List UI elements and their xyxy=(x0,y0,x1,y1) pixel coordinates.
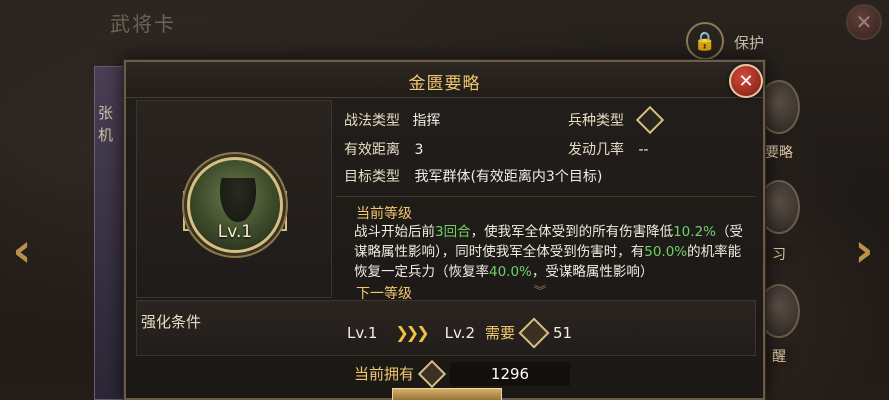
next-arrow-icon[interactable]: › xyxy=(848,225,880,275)
need-count: 51 xyxy=(553,324,573,342)
desc-part-1: 战斗开始后前 xyxy=(354,224,435,240)
dialog-title: 金匮要略 xyxy=(408,74,481,94)
upgrade-label: 强化条件 xyxy=(141,313,202,331)
desc-part-2: ，使我军全体受到的所有伤害降低 xyxy=(470,224,674,240)
scroll-down-icon[interactable]: ︾ xyxy=(534,282,546,299)
troop-type-row: 兵种类型 xyxy=(568,110,624,132)
close-icon: ✕ xyxy=(738,70,754,92)
owned-label: 当前拥有 xyxy=(354,365,415,383)
desc-part-5: ，受谋略属性影响） xyxy=(531,264,654,280)
range-value: 3 xyxy=(414,142,424,158)
prev-arrow-icon[interactable]: ‹ xyxy=(6,225,38,275)
target-label: 目标类型 xyxy=(344,169,400,185)
close-button[interactable]: ✕ xyxy=(729,64,763,98)
range-label: 有效距离 xyxy=(344,142,400,158)
trigger-value: -- xyxy=(638,142,649,158)
upgrade-panel: 强化条件 Lv.1 ❯❯❯ Lv.2 需要 51 xyxy=(136,300,756,356)
upgrade-button[interactable] xyxy=(392,388,502,400)
recover-highlight: 40.0% xyxy=(489,264,532,280)
upgrade-arrows-icon: ❯❯❯ xyxy=(395,323,429,342)
upgrade-requirement: Lv.1 ❯❯❯ Lv.2 需要 51 xyxy=(347,317,573,349)
current-level-title: 当前等级 xyxy=(356,206,412,222)
skill-level: Lv.1 xyxy=(217,222,253,242)
trigger-row: 发动几率 -- xyxy=(568,139,649,161)
left-card-name: 张机 xyxy=(98,104,114,144)
to-level: Lv.2 xyxy=(444,324,475,342)
current-level-description: 战斗开始后前3回合，使我军全体受到的所有伤害降低10.2%（受谋略属性影响），同… xyxy=(354,222,754,282)
troop-type-label: 兵种类型 xyxy=(568,113,624,129)
target-row: 目标类型 我军群体(有效距离内3个目标) xyxy=(344,166,602,188)
lock-icon: 🔒 xyxy=(693,30,717,52)
chance-highlight: 50.0% xyxy=(644,244,688,260)
owned-book-icon xyxy=(417,359,447,389)
skill-info: 战法类型 指挥 兵种类型 有效距离 3 发动几率 -- 目标类型 我军群体(有效… xyxy=(336,100,756,302)
skill-icon-panel: Lv.1 xyxy=(136,100,332,298)
lock-button[interactable]: 🔒 xyxy=(686,22,724,60)
need-label: 需要 xyxy=(485,324,516,342)
range-row: 有效距离 3 xyxy=(344,139,423,161)
reduce-highlight: 10.2% xyxy=(673,224,716,240)
tactic-type-value: 指挥 xyxy=(412,113,441,129)
dialog-header: 金匮要略 xyxy=(126,62,763,98)
owned-row: 当前拥有 1296 xyxy=(354,359,571,389)
lock-label: 保护 xyxy=(734,34,765,52)
tactic-type-row: 战法类型 指挥 xyxy=(344,110,440,132)
tactic-book-icon xyxy=(518,317,550,349)
from-level: Lv.1 xyxy=(347,324,378,342)
background-close-button[interactable]: ✕ xyxy=(846,4,882,40)
divider xyxy=(336,196,756,197)
owned-count: 1296 xyxy=(450,362,571,386)
troop-type-icon xyxy=(635,105,665,135)
target-value: 我军群体(有效距离内3个目标) xyxy=(414,169,603,185)
warrior-figure-icon xyxy=(220,178,256,222)
turns-highlight: 3回合 xyxy=(435,224,471,240)
tactic-type-label: 战法类型 xyxy=(344,113,400,129)
skill-medallion-icon: Lv.1 xyxy=(187,157,283,253)
trigger-label: 发动几率 xyxy=(568,142,624,158)
general-card-title: 武将卡 xyxy=(110,12,176,36)
skill-detail-dialog: 金匮要略 ✕ Lv.1 战法类型 指挥 兵种类型 有效距离 3 发动几率 -- … xyxy=(124,60,765,400)
